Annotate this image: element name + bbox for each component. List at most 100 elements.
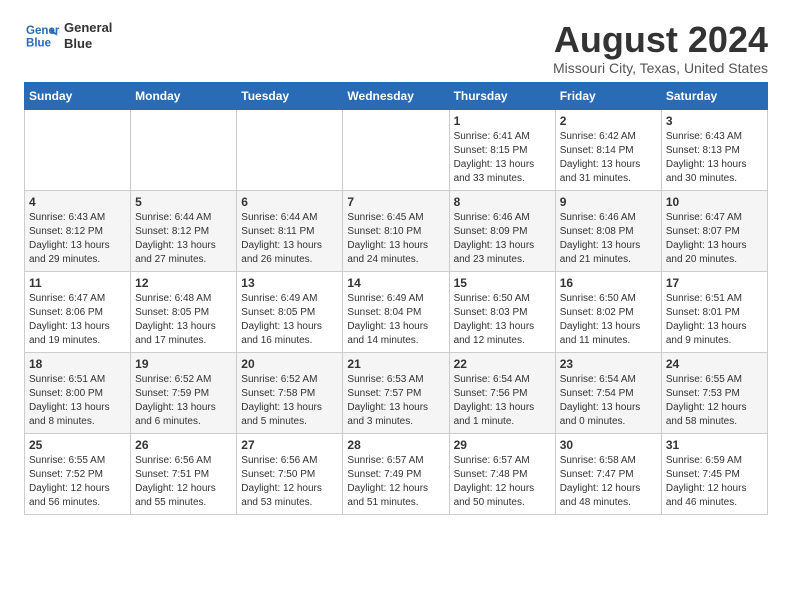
day-number: 14 (347, 276, 444, 290)
calendar-table: SundayMondayTuesdayWednesdayThursdayFrid… (24, 82, 768, 515)
day-info: Sunrise: 6:45 AM Sunset: 8:10 PM Dayligh… (347, 211, 444, 267)
calendar-cell: 13Sunrise: 6:49 AM Sunset: 8:05 PM Dayli… (237, 271, 343, 352)
calendar-cell: 23 Sunrise: 6:54 AM Sunset: 7:54 PM Dayli… (555, 352, 661, 433)
day-info: Sunrise: 6:50 AM Sunset: 8:03 PM Dayligh… (454, 292, 551, 348)
day-info: Sunrise: 6:49 AM Sunset: 8:04 PM Dayligh… (347, 292, 444, 348)
day-info: Sunrise: 6:48 AM Sunset: 8:05 PM Dayligh… (135, 292, 232, 348)
day-number: 2 (560, 114, 657, 128)
calendar-cell: 25 Sunrise: 6:55 AM Sunset: 7:52 PM Dayli… (25, 433, 131, 514)
day-number: 16 (560, 276, 657, 290)
calendar-cell: 1 Sunrise: 6:41 AM Sunset: 8:15 PM Daylig… (449, 109, 555, 190)
logo-icon: General Blue (24, 20, 60, 52)
calendar-cell: 26 Sunrise: 6:56 AM Sunset: 7:51 PM Dayli… (131, 433, 237, 514)
calendar-cell (131, 109, 237, 190)
calendar-cell: 19 Sunrise: 6:52 AM Sunset: 7:59 PM Dayli… (131, 352, 237, 433)
weekday-header-thursday: Thursday (449, 82, 555, 109)
day-number: 30 (560, 438, 657, 452)
day-info: Sunrise: 6:51 AM Sunset: 8:01 PM Dayligh… (666, 292, 763, 348)
calendar-cell: 12 Sunrise: 6:48 AM Sunset: 8:05 PM Dayli… (131, 271, 237, 352)
day-number: 18 (29, 357, 126, 371)
day-number: 10 (666, 195, 763, 209)
day-info: Sunrise: 6:47 AM Sunset: 8:07 PM Dayligh… (666, 211, 763, 267)
day-number: 24 (666, 357, 763, 371)
day-number: 17 (666, 276, 763, 290)
calendar-cell: 10 Sunrise: 6:47 AM Sunset: 8:07 PM Dayli… (661, 190, 767, 271)
calendar-cell: 11 Sunrise: 6:47 AM Sunset: 8:06 PM Dayli… (25, 271, 131, 352)
day-number: 19 (135, 357, 232, 371)
day-info: Sunrise: 6:43 AM Sunset: 8:12 PM Dayligh… (29, 211, 126, 267)
weekday-header-monday: Monday (131, 82, 237, 109)
calendar-cell: 28 Sunrise: 6:57 AM Sunset: 7:49 PM Dayli… (343, 433, 449, 514)
weekday-header-friday: Friday (555, 82, 661, 109)
weekday-header-tuesday: Tuesday (237, 82, 343, 109)
day-info: Sunrise: 6:46 AM Sunset: 8:08 PM Dayligh… (560, 211, 657, 267)
day-number: 23 (560, 357, 657, 371)
week-row-5: 25 Sunrise: 6:55 AM Sunset: 7:52 PM Dayli… (25, 433, 768, 514)
calendar-cell: 17 Sunrise: 6:51 AM Sunset: 8:01 PM Dayli… (661, 271, 767, 352)
calendar-cell: 18 Sunrise: 6:51 AM Sunset: 8:00 PM Dayli… (25, 352, 131, 433)
day-number: 26 (135, 438, 232, 452)
svg-text:General: General (26, 25, 60, 37)
day-number: 20 (241, 357, 338, 371)
day-number: 6 (241, 195, 338, 209)
day-info: Sunrise: 6:43 AM Sunset: 8:13 PM Dayligh… (666, 130, 763, 186)
calendar-cell: 4 Sunrise: 6:43 AM Sunset: 8:12 PM Daylig… (25, 190, 131, 271)
day-info: Sunrise: 6:55 AM Sunset: 7:53 PM Dayligh… (666, 373, 763, 429)
calendar-cell: 7 Sunrise: 6:45 AM Sunset: 8:10 PM Daylig… (343, 190, 449, 271)
calendar-cell: 8 Sunrise: 6:46 AM Sunset: 8:09 PM Daylig… (449, 190, 555, 271)
day-number: 28 (347, 438, 444, 452)
day-info: Sunrise: 6:56 AM Sunset: 7:51 PM Dayligh… (135, 454, 232, 510)
week-row-4: 18 Sunrise: 6:51 AM Sunset: 8:00 PM Dayli… (25, 352, 768, 433)
day-info: Sunrise: 6:44 AM Sunset: 8:12 PM Dayligh… (135, 211, 232, 267)
day-number: 1 (454, 114, 551, 128)
calendar-cell (25, 109, 131, 190)
day-info: Sunrise: 6:54 AM Sunset: 7:56 PM Dayligh… (454, 373, 551, 429)
calendar-cell: 29Sunrise: 6:57 AM Sunset: 7:48 PM Dayli… (449, 433, 555, 514)
day-number: 4 (29, 195, 126, 209)
day-info: Sunrise: 6:58 AM Sunset: 7:47 PM Dayligh… (560, 454, 657, 510)
day-info: Sunrise: 6:52 AM Sunset: 7:59 PM Dayligh… (135, 373, 232, 429)
day-info: Sunrise: 6:46 AM Sunset: 8:09 PM Dayligh… (454, 211, 551, 267)
day-number: 3 (666, 114, 763, 128)
weekday-header-wednesday: Wednesday (343, 82, 449, 109)
day-number: 11 (29, 276, 126, 290)
day-number: 7 (347, 195, 444, 209)
calendar-cell (343, 109, 449, 190)
weekday-header-saturday: Saturday (661, 82, 767, 109)
day-info: Sunrise: 6:57 AM Sunset: 7:49 PM Dayligh… (347, 454, 444, 510)
day-number: 8 (454, 195, 551, 209)
day-info: Sunrise: 6:52 AM Sunset: 7:58 PM Dayligh… (241, 373, 338, 429)
day-number: 13 (241, 276, 338, 290)
calendar-cell: 6 Sunrise: 6:44 AM Sunset: 8:11 PM Daylig… (237, 190, 343, 271)
day-number: 12 (135, 276, 232, 290)
calendar-cell: 30 Sunrise: 6:58 AM Sunset: 7:47 PM Dayli… (555, 433, 661, 514)
day-info: Sunrise: 6:47 AM Sunset: 8:06 PM Dayligh… (29, 292, 126, 348)
calendar-cell: 5Sunrise: 6:44 AM Sunset: 8:12 PM Daylig… (131, 190, 237, 271)
calendar-cell: 21 Sunrise: 6:53 AM Sunset: 7:57 PM Dayli… (343, 352, 449, 433)
logo-text-general: General (64, 20, 112, 36)
calendar-cell: 24 Sunrise: 6:55 AM Sunset: 7:53 PM Dayli… (661, 352, 767, 433)
day-info: Sunrise: 6:55 AM Sunset: 7:52 PM Dayligh… (29, 454, 126, 510)
day-info: Sunrise: 6:44 AM Sunset: 8:11 PM Dayligh… (241, 211, 338, 267)
day-info: Sunrise: 6:42 AM Sunset: 8:14 PM Dayligh… (560, 130, 657, 186)
calendar-cell: 9 Sunrise: 6:46 AM Sunset: 8:08 PM Daylig… (555, 190, 661, 271)
day-info: Sunrise: 6:41 AM Sunset: 8:15 PM Dayligh… (454, 130, 551, 186)
calendar-cell: 31Sunrise: 6:59 AM Sunset: 7:45 PM Dayli… (661, 433, 767, 514)
logo: General Blue General Blue (24, 20, 112, 52)
day-number: 25 (29, 438, 126, 452)
day-number: 27 (241, 438, 338, 452)
day-info: Sunrise: 6:57 AM Sunset: 7:48 PM Dayligh… (454, 454, 551, 510)
day-number: 9 (560, 195, 657, 209)
month-title: August 2024 (553, 20, 768, 60)
day-number: 21 (347, 357, 444, 371)
day-info: Sunrise: 6:51 AM Sunset: 8:00 PM Dayligh… (29, 373, 126, 429)
calendar-cell: 16 Sunrise: 6:50 AM Sunset: 8:02 PM Dayli… (555, 271, 661, 352)
logo-text-blue: Blue (64, 36, 112, 52)
calendar-cell: 2 Sunrise: 6:42 AM Sunset: 8:14 PM Daylig… (555, 109, 661, 190)
day-info: Sunrise: 6:50 AM Sunset: 8:02 PM Dayligh… (560, 292, 657, 348)
day-info: Sunrise: 6:54 AM Sunset: 7:54 PM Dayligh… (560, 373, 657, 429)
calendar-cell: 14 Sunrise: 6:49 AM Sunset: 8:04 PM Dayli… (343, 271, 449, 352)
day-info: Sunrise: 6:53 AM Sunset: 7:57 PM Dayligh… (347, 373, 444, 429)
day-info: Sunrise: 6:56 AM Sunset: 7:50 PM Dayligh… (241, 454, 338, 510)
header: General Blue General Blue August 2024 Mi… (24, 20, 768, 76)
